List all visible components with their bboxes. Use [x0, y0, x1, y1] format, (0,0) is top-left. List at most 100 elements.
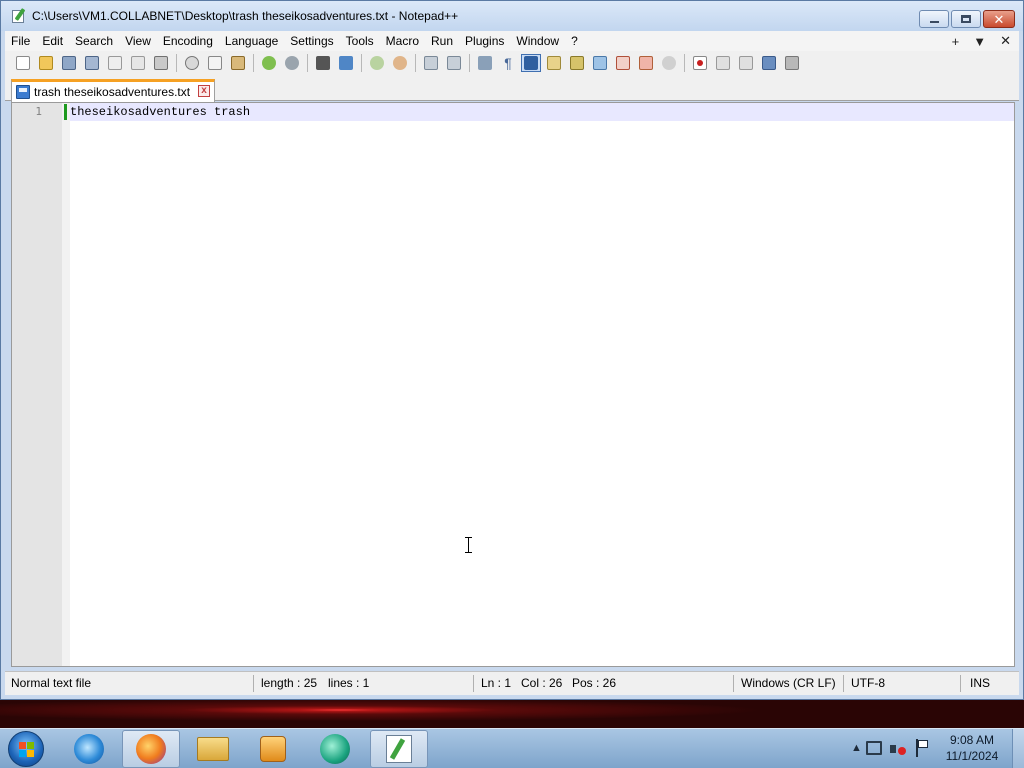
menu-bar: File Edit Search View Encoding Language …: [5, 31, 1019, 51]
menu-window[interactable]: Window: [510, 31, 565, 51]
indent-guide-button[interactable]: [521, 54, 541, 72]
taskbar-firefox[interactable]: [122, 730, 180, 768]
taskbar-app-teal[interactable]: [306, 730, 364, 768]
close-doc-button[interactable]: ✕: [1000, 33, 1011, 49]
status-divider: [843, 675, 844, 692]
zoom-in-button[interactable]: [367, 54, 387, 72]
save-all-button[interactable]: [82, 54, 102, 72]
run-macro-multiple-button[interactable]: [759, 54, 779, 72]
doc-map-button[interactable]: [567, 54, 587, 72]
minimize-button[interactable]: [919, 10, 949, 28]
close-file-icon: [108, 56, 122, 70]
fold-margin[interactable]: [62, 103, 70, 666]
menu-encoding[interactable]: Encoding: [157, 31, 219, 51]
close-file-button[interactable]: [105, 54, 125, 72]
replace-button[interactable]: [336, 54, 356, 72]
taskbar-notepadpp[interactable]: [370, 730, 428, 768]
tab-trash-theseikosadventures[interactable]: trash theseikosadventures.txt x: [11, 79, 215, 102]
new-file-button[interactable]: [13, 54, 33, 72]
new-file-icon: [16, 56, 30, 70]
editor-area[interactable]: 1 theseikosadventures trash: [11, 102, 1015, 667]
save-all-icon: [85, 56, 99, 70]
save-icon: [62, 56, 76, 70]
toolbar-separator: [253, 54, 254, 72]
media-player-icon: [260, 736, 286, 762]
menu-language[interactable]: Language: [219, 31, 284, 51]
open-file-button[interactable]: [36, 54, 56, 72]
taskbar-media-player[interactable]: [244, 730, 302, 768]
editor-text-line[interactable]: theseikosadventures trash: [70, 104, 250, 120]
print-icon: [154, 56, 168, 70]
copy-button[interactable]: [205, 54, 225, 72]
sync-horizontal-button[interactable]: [444, 54, 464, 72]
system-clock[interactable]: 9:08 AM 11/1/2024: [936, 732, 1008, 764]
function-list-button[interactable]: [613, 54, 633, 72]
word-wrap-button[interactable]: [475, 54, 495, 72]
menu-search[interactable]: Search: [69, 31, 119, 51]
maximize-icon: [961, 15, 971, 23]
folder-workspace-button[interactable]: [636, 54, 656, 72]
toolbar-separator: [684, 54, 685, 72]
desktop-wallpaper: [0, 700, 1024, 728]
close-all-button[interactable]: [128, 54, 148, 72]
tab-close-icon[interactable]: x: [198, 85, 210, 97]
toolbar-separator: [307, 54, 308, 72]
taskbar-file-explorer[interactable]: [184, 730, 242, 768]
monitoring-button[interactable]: [659, 54, 679, 72]
redo-button[interactable]: [282, 54, 302, 72]
maximize-button[interactable]: [951, 10, 981, 28]
doc-list-button[interactable]: [590, 54, 610, 72]
status-eol[interactable]: Windows (CR LF): [741, 676, 836, 690]
paste-icon: [231, 56, 245, 70]
title-bar[interactable]: C:\Users\VM1.COLLABNET\Desktop\trash the…: [1, 1, 1023, 31]
doc-list-icon: [593, 56, 607, 70]
stop-record-button[interactable]: [713, 54, 733, 72]
print-button[interactable]: [151, 54, 171, 72]
save-button[interactable]: [59, 54, 79, 72]
line-number: 1: [35, 105, 42, 118]
close-button[interactable]: ✕: [983, 10, 1015, 28]
menu-plugins[interactable]: Plugins: [459, 31, 510, 51]
record-macro-button[interactable]: [690, 54, 710, 72]
show-hidden-icons[interactable]: ▲: [851, 742, 862, 754]
menu-help[interactable]: ?: [565, 31, 584, 51]
tab-list-button[interactable]: ▼: [973, 34, 986, 49]
toolbar-separator: [361, 54, 362, 72]
menu-tools[interactable]: Tools: [340, 31, 380, 51]
find-button[interactable]: [313, 54, 333, 72]
start-button[interactable]: [8, 731, 44, 767]
status-divider: [733, 675, 734, 692]
menu-file[interactable]: File: [5, 31, 36, 51]
taskbar-internet-explorer[interactable]: [60, 730, 118, 768]
show-all-chars-button[interactable]: ¶: [498, 54, 518, 72]
replace-icon: [339, 56, 353, 70]
notepadpp-icon: [386, 735, 412, 763]
play-macro-button[interactable]: [736, 54, 756, 72]
action-center-flag-icon[interactable]: [914, 739, 930, 757]
new-tab-button[interactable]: +: [952, 34, 960, 49]
stop-record-icon: [716, 56, 730, 70]
zoom-out-button[interactable]: [390, 54, 410, 72]
function-list-icon: [616, 56, 630, 70]
sync-horizontal-icon: [447, 56, 461, 70]
zoom-in-icon: [370, 56, 384, 70]
taskbar: ▲ 9:08 AM 11/1/2024: [0, 728, 1024, 768]
show-desktop-button[interactable]: [1012, 729, 1024, 768]
status-divider: [473, 675, 474, 692]
network-icon[interactable]: [866, 741, 882, 755]
sync-vertical-button[interactable]: [421, 54, 441, 72]
menu-run[interactable]: Run: [425, 31, 459, 51]
status-insert-mode[interactable]: INS: [970, 676, 990, 690]
menu-view[interactable]: View: [119, 31, 157, 51]
saved-file-icon: [16, 85, 30, 99]
user-language-button[interactable]: [544, 54, 564, 72]
volume-muted-icon[interactable]: [890, 741, 906, 757]
menu-edit[interactable]: Edit: [36, 31, 69, 51]
cut-button[interactable]: [182, 54, 202, 72]
menu-macro[interactable]: Macro: [380, 31, 425, 51]
save-macro-button[interactable]: [782, 54, 802, 72]
paste-button[interactable]: [228, 54, 248, 72]
menu-settings[interactable]: Settings: [284, 31, 339, 51]
undo-button[interactable]: [259, 54, 279, 72]
notepadpp-app-icon[interactable]: [11, 8, 27, 24]
